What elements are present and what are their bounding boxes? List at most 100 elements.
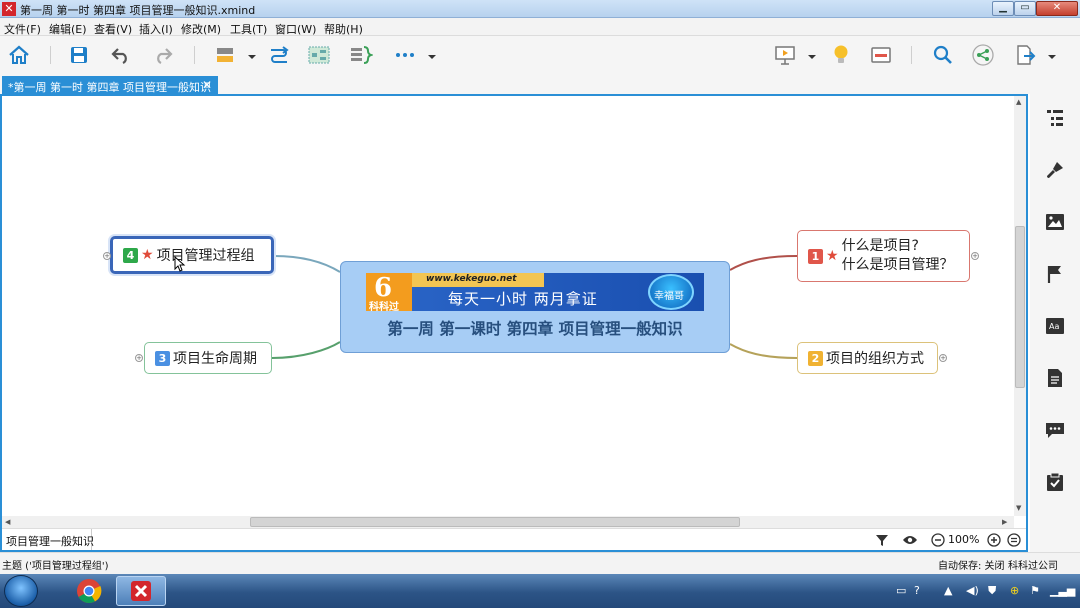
svg-text:Aa: Aa [1049, 322, 1059, 331]
kekeguo-logo: 6 科科过 [366, 273, 412, 311]
priority-1-icon: 1 [808, 248, 823, 264]
connector-topic-3 [271, 341, 341, 359]
chrome-icon[interactable] [64, 576, 114, 606]
share-icon[interactable] [970, 42, 996, 68]
home-icon[interactable] [6, 42, 32, 68]
topic-3[interactable]: 3 项目生命周期 [144, 342, 272, 374]
topic-4[interactable]: 4 ★ 项目管理过程组 [110, 236, 274, 274]
network-icon[interactable]: ▭ [896, 584, 906, 597]
save-icon[interactable] [66, 42, 92, 68]
undo-icon[interactable] [108, 42, 134, 68]
expand-icon[interactable]: + [971, 252, 979, 260]
relationship-icon[interactable] [266, 42, 292, 68]
layout-icon[interactable] [868, 42, 894, 68]
topic-dropdown-icon[interactable] [248, 51, 256, 59]
banner-badge: 幸福哥 [648, 274, 694, 310]
banner-url: www.kekeguo.net [426, 274, 517, 284]
horizontal-scrollbar[interactable]: ◀ ▶ [2, 516, 1014, 528]
close-button[interactable]: ✕ [1036, 1, 1078, 16]
menu-help[interactable]: 帮助(H) [324, 21, 363, 37]
vertical-scrollbar[interactable]: ▲ ▼ [1014, 96, 1026, 516]
filter-icon[interactable] [874, 532, 890, 548]
menu-window[interactable]: 窗口(W) [275, 21, 316, 37]
expand-icon[interactable]: + [939, 354, 947, 362]
windows-start-button[interactable] [4, 575, 38, 607]
connector-topic-1 [729, 255, 798, 271]
expand-tray-icon[interactable]: ▲ [944, 584, 952, 597]
presentation-dropdown-icon[interactable] [808, 51, 816, 59]
zoom-fit-icon[interactable] [1006, 532, 1022, 548]
title-bar: ✕ 第一周 第一时 第四章 项目管理一般知识.xmind ▁ ▭ ✕ [0, 0, 1080, 18]
volume-icon[interactable]: ◀) [966, 584, 979, 597]
right-panel: Aa [1030, 94, 1080, 552]
close-icon[interactable]: ✕ [202, 78, 212, 92]
menu-view[interactable]: 查看(V) [94, 21, 132, 37]
toolbar [0, 36, 1080, 74]
zoom-out-icon[interactable] [930, 532, 946, 548]
connector-topic-2 [729, 343, 798, 359]
boundary-icon[interactable] [306, 42, 332, 68]
export-dropdown-icon[interactable] [1048, 51, 1056, 59]
menu-bar: 文件(F) 编辑(E) 查看(V) 插入(I) 修改(M) 工具(T) 窗口(W… [0, 18, 1080, 36]
xmind-icon[interactable] [116, 576, 166, 606]
company-status: 科科过公司 [1008, 561, 1058, 572]
shield-icon[interactable]: ⛊ [988, 584, 996, 598]
eye-icon[interactable] [902, 532, 918, 548]
central-topic-title: 第一周 第一课时 第四章 项目管理一般知识 [387, 320, 683, 338]
text-icon[interactable]: Aa [1043, 314, 1067, 338]
format-icon[interactable] [1043, 158, 1067, 182]
windows-taskbar: ▭ ? ▲ ◀) ⛊ ⊕ ⚑ ▁▃▅ [0, 574, 1080, 608]
outline-icon[interactable] [1043, 106, 1067, 130]
presentation-icon[interactable] [772, 42, 798, 68]
topic-2-label: 项目的组织方式 [826, 351, 924, 367]
central-topic[interactable]: 6 科科过 www.kekeguo.net 每天一小时 两月拿证 幸福哥 第一周… [340, 261, 730, 353]
topic-3-label: 项目生命周期 [173, 351, 257, 367]
document-tab-label: *第一周 第一时 第四章 项目管理一般知识 [8, 81, 211, 94]
maximize-button[interactable]: ▭ [1014, 1, 1036, 16]
menu-tools[interactable]: 工具(T) [230, 21, 267, 37]
app-status-bar: 主题 ('项目管理过程组') 自动保存: 关闭 科科过公司 [0, 552, 1080, 574]
topic-1[interactable]: 1 ★ 什么是项目? 什么是项目管理？ [797, 230, 970, 282]
vertical-scroll-thumb[interactable] [1015, 226, 1025, 388]
export-icon[interactable] [1012, 42, 1038, 68]
more-dropdown-icon[interactable] [428, 51, 436, 59]
redo-icon[interactable] [150, 42, 176, 68]
banner-slogan: 每天一小时 两月拿证 [448, 290, 598, 308]
editor: 6 科科过 www.kekeguo.net 每天一小时 两月拿证 幸福哥 第一周… [0, 94, 1028, 552]
sheet-tab[interactable]: 项目管理一般知识 [2, 529, 94, 550]
autosave-status[interactable]: 自动保存: 关闭 [938, 557, 1005, 572]
cursor-icon [174, 256, 186, 272]
task-icon[interactable] [1043, 470, 1067, 494]
priority-3-icon: 3 [155, 350, 170, 366]
mindmap-canvas[interactable]: 6 科科过 www.kekeguo.net 每天一小时 两月拿证 幸福哥 第一周… [2, 96, 1014, 516]
expand-icon[interactable]: + [135, 354, 143, 362]
search-icon[interactable] [930, 42, 956, 68]
menu-file[interactable]: 文件(F) [4, 21, 41, 37]
idea-icon[interactable] [828, 42, 854, 68]
plus-icon[interactable]: ⊕ [1010, 584, 1019, 597]
security-icon[interactable]: ⚑ [1030, 584, 1040, 597]
help-icon[interactable]: ? [914, 584, 920, 597]
selection-status: 主题 ('项目管理过程组') [2, 561, 109, 572]
banner-image: 6 科科过 www.kekeguo.net 每天一小时 两月拿证 幸福哥 [366, 273, 704, 311]
editor-status-bar: 项目管理一般知识 100% [2, 528, 1026, 550]
expand-icon[interactable]: + [103, 252, 111, 260]
image-icon[interactable] [1043, 210, 1067, 234]
minimize-button[interactable]: ▁ [992, 1, 1014, 16]
topic-2[interactable]: 2 项目的组织方式 [797, 342, 938, 374]
menu-modify[interactable]: 修改(M) [181, 21, 221, 37]
xmind-icon: ✕ [2, 2, 16, 16]
notes-icon[interactable] [1043, 366, 1067, 390]
topic-1-line-2: 什么是项目管理？ [841, 257, 954, 273]
zoom-level: 100% [948, 533, 980, 546]
menu-insert[interactable]: 插入(I) [139, 21, 173, 37]
topic-icon[interactable] [212, 42, 238, 68]
comments-icon[interactable] [1043, 418, 1067, 442]
document-tab[interactable]: *第一周 第一时 第四章 项目管理一般知识 ✕ [2, 76, 218, 95]
horizontal-scroll-thumb[interactable] [250, 517, 740, 527]
summary-icon[interactable] [348, 42, 374, 68]
menu-edit[interactable]: 编辑(E) [49, 21, 87, 37]
zoom-in-icon[interactable] [986, 532, 1002, 548]
more-icon[interactable] [392, 42, 418, 68]
marker-icon[interactable] [1043, 262, 1067, 286]
